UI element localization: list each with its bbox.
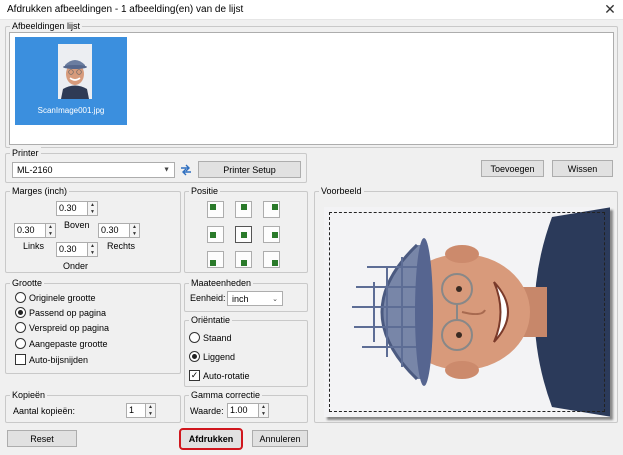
position-middle-right[interactable] [263,226,280,243]
margin-right-stepper[interactable]: 0.30 ▲ ▼ [98,223,140,238]
radio-indicator [189,351,200,362]
unit-select[interactable]: inch ⌄ [227,291,283,306]
preview-label: Voorbeeld [319,185,364,197]
position-middle-left[interactable] [207,226,224,243]
size-spread-page-radio[interactable]: Verspreid op pagina [15,322,109,333]
stepper-down-icon[interactable]: ▼ [130,231,139,238]
stepper-down-icon[interactable]: ▼ [88,250,97,257]
check-icon: ✓ [189,370,200,381]
stepper-down-icon[interactable]: ▼ [88,209,97,216]
size-original-radio[interactable]: Originele grootte [15,292,96,303]
cancel-button[interactable]: Annuleren [252,430,308,447]
radio-indicator [15,338,26,349]
radio-indicator [189,332,200,343]
size-custom-radio[interactable]: Aangepaste grootte [15,338,108,349]
margins-label: Marges (inch) [10,185,70,197]
close-icon[interactable]: ✕ [598,1,622,19]
add-button[interactable]: Toevoegen [481,160,544,177]
margin-right-value[interactable]: 0.30 [98,223,130,238]
position-top-center[interactable] [235,201,252,218]
checkbox-indicator [15,354,26,365]
chevron-down-icon: ⌄ [272,295,278,303]
gamma-value[interactable]: 1.00 [227,403,259,418]
unit-selected-value: inch [232,293,249,304]
auto-crop-label: Auto-bijsnijden [29,354,89,365]
printer-setup-button[interactable]: Printer Setup [198,161,301,178]
chevron-down-icon: ▼ [163,166,170,174]
copies-label: Kopieën [10,389,48,401]
unit-label: Eenheid: [190,293,226,303]
margin-left-value[interactable]: 0.30 [14,223,46,238]
size-fit-page-label: Passend op pagina [29,307,107,318]
printer-label: Printer [10,147,41,159]
gamma-label: Gamma correctie [189,389,263,401]
margin-top-label: Boven [64,220,90,230]
gamma-stepper[interactable]: 1.00 ▲ ▼ [227,403,269,418]
auto-rotate-checkbox[interactable]: ✓ Auto-rotatie [189,370,250,381]
radio-indicator [15,307,26,318]
gamma-value-label: Waarde: [190,406,224,416]
radio-indicator [15,322,26,333]
position-top-left[interactable] [207,201,224,218]
stepper-down-icon[interactable]: ▼ [46,231,55,238]
margin-bottom-stepper[interactable]: 0.30 ▲ ▼ [56,242,98,257]
margin-top-value[interactable]: 0.30 [56,201,88,216]
stepper-down-icon[interactable]: ▼ [259,411,268,418]
position-label: Positie [189,185,221,197]
auto-crop-checkbox[interactable]: Auto-bijsnijden [15,354,88,365]
size-label: Grootte [10,277,45,289]
size-fit-page-radio[interactable]: Passend op pagina [15,307,106,318]
units-label: Maateenheden [189,277,254,289]
copies-stepper[interactable]: 1 ▲ ▼ [126,403,156,418]
size-spread-page-label: Verspreid op pagina [29,322,110,333]
remove-button[interactable]: Wissen [552,160,613,177]
image-thumbnail [58,44,92,99]
preview-margin-outline [329,212,605,412]
margin-right-label: Rechts [107,241,136,251]
swap-arrows-icon[interactable] [179,163,193,177]
orientation-landscape-label: Liggend [203,351,236,362]
stepper-down-icon[interactable]: ▼ [146,411,155,418]
printer-select[interactable]: ML-2160 ▼ [12,162,175,178]
image-filename: ScanImage001.jpg [37,106,105,115]
reset-button[interactable]: Reset [7,430,77,447]
position-bottom-left[interactable] [207,251,224,268]
image-list-label: Afbeeldingen lijst [10,20,83,32]
image-list-item[interactable]: ScanImage001.jpg [15,37,127,125]
margin-left-label: Links [23,241,45,251]
radio-indicator [15,292,26,303]
position-top-right[interactable] [263,201,280,218]
orientation-landscape-radio[interactable]: Liggend [189,351,235,362]
position-bottom-center[interactable] [235,251,252,268]
size-original-label: Originele grootte [29,292,96,303]
window-title: Afdrukken afbeeldingen - 1 afbeelding(en… [7,4,244,15]
auto-rotate-label: Auto-rotatie [203,370,250,381]
margin-left-stepper[interactable]: 0.30 ▲ ▼ [14,223,56,238]
orientation-label: Oriëntatie [189,314,233,326]
position-bottom-right[interactable] [263,251,280,268]
image-list[interactable]: ScanImage001.jpg [9,32,614,145]
copies-count-value[interactable]: 1 [126,403,146,418]
copies-count-label: Aantal kopieën: [13,406,76,416]
margin-top-stepper[interactable]: 0.30 ▲ ▼ [56,201,98,216]
margin-bottom-value[interactable]: 0.30 [56,242,88,257]
printer-selected-value: ML-2160 [17,165,53,175]
size-custom-label: Aangepaste grootte [29,338,108,349]
orientation-portrait-label: Staand [203,332,232,343]
margin-bottom-label: Onder [63,261,89,271]
position-middle-center[interactable] [235,226,252,243]
orientation-portrait-radio[interactable]: Staand [189,332,232,343]
print-button[interactable]: Afdrukken [179,428,243,450]
